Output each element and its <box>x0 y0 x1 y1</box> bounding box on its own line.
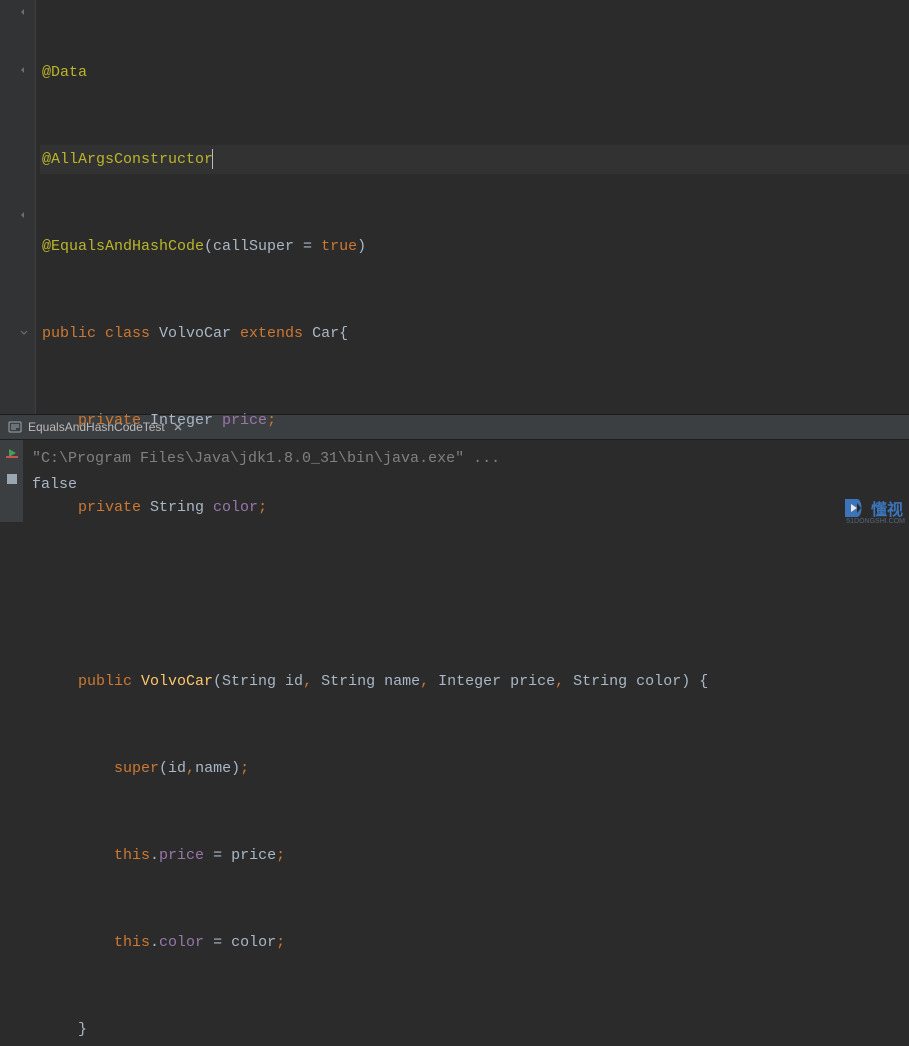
rerun-icon[interactable] <box>3 444 21 462</box>
code-line: this.price = price; <box>40 841 909 870</box>
code-line: private Integer price; <box>40 406 909 435</box>
fold-close-icon[interactable] <box>18 325 30 337</box>
code-content[interactable]: @Data @AllArgsConstructor @EqualsAndHash… <box>36 0 909 414</box>
watermark: 懂视 51DONGSHI.COM <box>841 495 903 521</box>
run-config-icon <box>8 420 22 434</box>
code-editor[interactable]: @Data @AllArgsConstructor @EqualsAndHash… <box>0 0 909 414</box>
code-line: public VolvoCar(String id, String name, … <box>40 667 909 696</box>
watermark-subtext: 51DONGSHI.COM <box>846 518 905 525</box>
code-line: super(id,name); <box>40 754 909 783</box>
code-line: public class VolvoCar extends Car{ <box>40 319 909 348</box>
code-line: this.color = color; <box>40 928 909 957</box>
code-line: @AllArgsConstructor <box>40 145 909 174</box>
code-line: @EqualsAndHashCode(callSuper = true) <box>40 232 909 261</box>
fold-icon[interactable] <box>18 209 30 221</box>
fold-icon[interactable] <box>18 6 30 18</box>
editor-gutter <box>0 0 36 414</box>
code-line: private String color; <box>40 493 909 522</box>
code-line: @Data <box>40 58 909 87</box>
code-line <box>40 580 909 609</box>
code-line: } <box>40 1015 909 1044</box>
console-toolbar <box>0 440 24 522</box>
fold-icon[interactable] <box>18 64 30 76</box>
watermark-text: 懂视 <box>871 496 903 520</box>
stop-icon[interactable] <box>3 470 21 488</box>
